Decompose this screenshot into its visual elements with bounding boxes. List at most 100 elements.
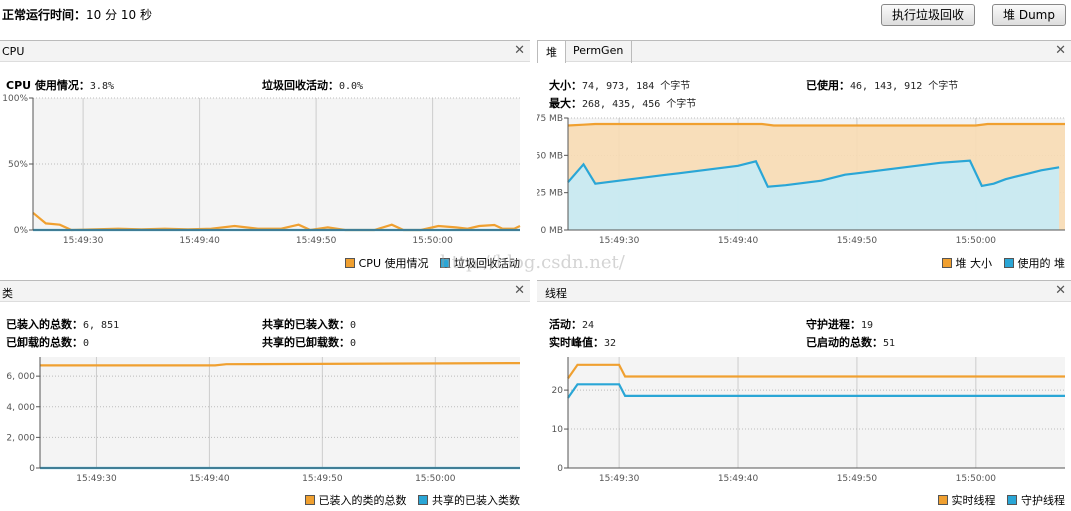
legend-swatch-blue — [1003, 258, 1014, 268]
tab-permgen[interactable]: PermGen — [565, 41, 633, 63]
memory-panel-header: 堆 PermGen ✕ — [537, 40, 1071, 63]
classes-loaded-value: 6, 851 — [83, 320, 120, 331]
shared-loaded-value: 0 — [350, 320, 357, 331]
legend-swatch-orange — [941, 258, 952, 268]
x-tick-label: 15:49:30 — [599, 474, 640, 484]
close-icon[interactable]: ✕ — [514, 43, 525, 58]
legend-live-threads: 实时线程 — [951, 494, 996, 507]
y-tick-label: 20 — [552, 386, 564, 396]
classes-chart: 15:49:30 15:49:40 15:49:50 15:50:00 0 2, 000 4… — [6, 357, 521, 484]
x-tick-label: 15:50:00 — [956, 236, 997, 246]
heap-legend: 堆 大小 使用的 堆 — [941, 255, 1066, 271]
legend-swatch-blue — [418, 495, 428, 505]
daemon-threads-value: 19 — [861, 320, 874, 331]
plot-area — [40, 357, 520, 468]
legend-swatch-orange — [344, 258, 355, 268]
close-icon[interactable]: ✕ — [1055, 283, 1066, 298]
cpu-panel-title: CPU — [2, 45, 25, 58]
y-tick-label: 2, 000 — [6, 433, 35, 443]
perform-gc-button[interactable]: 执行垃圾回收 — [881, 4, 976, 26]
legend-gc-activity: 垃圾回收活动 — [454, 257, 520, 270]
close-icon[interactable]: ✕ — [1055, 43, 1066, 58]
shared-unloaded-label: 共享的已卸载数： — [262, 336, 350, 349]
started-threads-value: 51 — [883, 338, 896, 349]
started-threads-label: 已启动的总数： — [806, 336, 883, 349]
y-tick-label: 25 MB — [537, 189, 563, 199]
x-tick-label: 15:49:50 — [837, 236, 878, 246]
x-tick-label: 15:49:40 — [179, 236, 220, 246]
daemon-threads-label: 守护进程： — [806, 318, 861, 331]
cpu-usage-label: CPU 使用情况： — [6, 79, 90, 92]
y-tick-label: 0% — [14, 226, 29, 236]
heap-dump-button[interactable]: 堆 Dump — [992, 4, 1066, 26]
heap-max-value: 268, 435, 456 个字节 — [582, 99, 697, 110]
classes-panel-title: 类 — [2, 287, 13, 300]
threads-panel-title: 线程 — [545, 287, 567, 300]
y-tick-label: 50% — [8, 160, 28, 170]
x-tick-label: 15:49:30 — [76, 474, 117, 484]
x-tick-label: 15:49:50 — [302, 474, 343, 484]
close-icon[interactable]: ✕ — [514, 283, 525, 298]
classes-panel-header: 类 ✕ — [0, 280, 530, 302]
peak-threads-label: 实时峰值： — [549, 336, 604, 349]
cpu-panel-header: CPU ✕ — [0, 40, 530, 62]
x-tick-label: 15:49:40 — [718, 474, 759, 484]
legend-heap-used: 使用的 堆 — [1017, 257, 1066, 270]
x-tick-label: 15:49:40 — [189, 474, 230, 484]
y-tick-label: 50 MB — [537, 151, 563, 161]
legend-classes-loaded: 已装入的类的总数 — [318, 494, 407, 507]
heap-size-value: 74, 973, 184 个字节 — [582, 81, 691, 92]
threads-chart: 15:49:30 15:49:40 15:49:50 15:50:00 0 10 20 — [552, 357, 1065, 484]
shared-unloaded-value: 0 — [350, 338, 357, 349]
x-tick-label: 15:49:30 — [63, 236, 104, 246]
y-tick-label: 75 MB — [537, 114, 563, 124]
uptime: 正常运行时间：10 分 10 秒 — [2, 6, 152, 23]
gc-activity-value: 0.0% — [339, 81, 364, 92]
legend-swatch-blue — [1007, 495, 1017, 505]
threads-legend: 实时线程 守护线程 — [937, 492, 1065, 508]
live-threads-value: 24 — [582, 320, 595, 331]
x-tick-label: 15:50:00 — [956, 474, 997, 484]
y-tick-label: 0 — [29, 464, 35, 474]
heap-used-label: 已使用： — [806, 79, 850, 92]
x-tick-label: 15:49:40 — [718, 236, 759, 246]
classes-legend: 已装入的类的总数 共享的已装入类数 — [304, 492, 520, 508]
threads-panel-header: 线程 ✕ — [537, 280, 1071, 302]
y-tick-label: 0 MB — [540, 226, 563, 236]
legend-swatch-orange — [937, 495, 948, 505]
legend-daemon-threads: 守护线程 — [1021, 494, 1065, 507]
legend-heap-size: 堆 大小 — [955, 257, 993, 270]
x-tick-label: 15:49:50 — [837, 474, 878, 484]
y-tick-label: 4, 000 — [6, 403, 35, 413]
y-tick-label: 0 — [557, 464, 563, 474]
x-tick-label: 15:49:30 — [599, 236, 640, 246]
uptime-value: 10 分 10 秒 — [86, 8, 152, 22]
heap-used-value: 46, 143, 912 个字节 — [850, 81, 959, 92]
gc-activity-label: 垃圾回收活动： — [262, 79, 339, 92]
y-tick-label: 6, 000 — [6, 372, 35, 382]
y-tick-label: 10 — [552, 425, 564, 435]
cpu-chart: 15:49:30 15:49:40 15:49:50 15:50:00 0% 50% 100… — [2, 94, 521, 246]
y-tick-label: 100% — [2, 94, 28, 104]
x-tick-label: 15:49:50 — [296, 236, 337, 246]
x-tick-label: 15:50:00 — [415, 474, 456, 484]
tab-heap[interactable]: 堆 — [537, 41, 566, 63]
cpu-legend: CPU 使用情况 垃圾回收活动 — [344, 255, 520, 271]
legend-swatch-blue — [440, 258, 450, 268]
heap-max-label: 最大： — [549, 97, 582, 110]
heap-size-label: 大小： — [549, 79, 582, 92]
classes-loaded-label: 已装入的总数： — [6, 318, 83, 331]
peak-threads-value: 32 — [604, 338, 617, 349]
x-tick-label: 15:50:00 — [412, 236, 453, 246]
cpu-usage-value: 3.8% — [89, 81, 114, 92]
legend-shared-loaded: 共享的已装入类数 — [432, 494, 520, 507]
legend-cpu-usage: CPU 使用情况 — [358, 257, 429, 270]
heap-chart: 15:49:30 15:49:40 15:49:50 15:50:00 0 MB 25 M… — [537, 114, 1065, 246]
shared-loaded-label: 共享的已装入数： — [262, 318, 350, 331]
classes-unloaded-label: 已卸载的总数： — [6, 336, 83, 349]
classes-unloaded-value: 0 — [83, 338, 90, 349]
live-threads-label: 活动： — [549, 318, 582, 331]
uptime-label: 正常运行时间： — [2, 8, 87, 22]
plot-area — [568, 357, 1065, 468]
legend-swatch-orange — [304, 495, 315, 505]
